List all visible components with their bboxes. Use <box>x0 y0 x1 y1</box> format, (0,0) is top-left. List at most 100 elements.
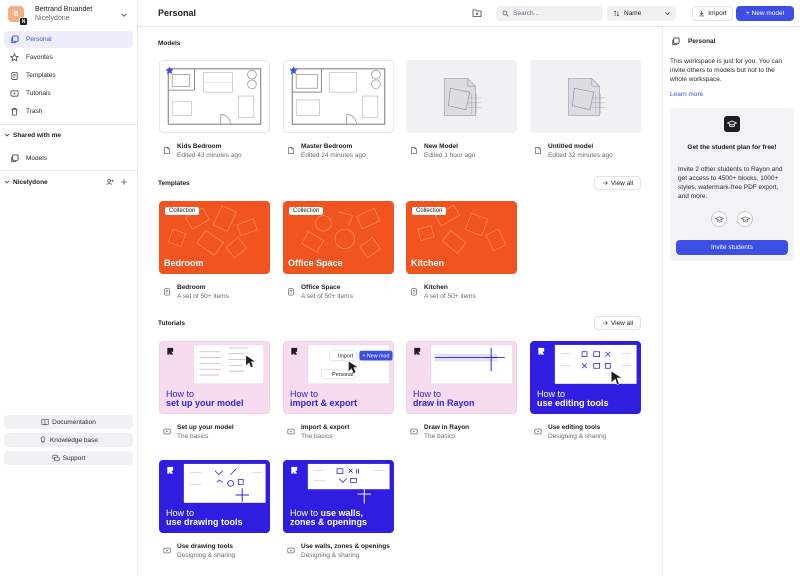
tutorial-card[interactable]: How to use walls, zones & openings Use w… <box>283 460 394 564</box>
templates-view-all-button[interactable]: View all <box>594 176 641 190</box>
collection-badge: Collection <box>165 207 200 215</box>
template-card[interactable]: Collection Bedroom Bedroom A set of 50+ … <box>159 201 270 305</box>
new-model-chip-label: + New mod <box>362 354 389 360</box>
card-meta: Use walls, zones & openings Designing & … <box>283 542 394 564</box>
sidebar-item-templates[interactable]: Templates <box>4 67 133 84</box>
model-card[interactable]: Untitled model Edited 32 minutes ago <box>530 60 641 164</box>
sidebar-item-label: Tutorials <box>26 90 51 97</box>
copy-icon <box>11 154 19 163</box>
tutorial-card[interactable]: Import + New mod Personal How to import … <box>283 341 394 445</box>
blank-model-icon <box>568 78 606 116</box>
import-button[interactable]: Import <box>692 6 733 21</box>
tutorial-sub: Designing & sharing <box>177 552 236 559</box>
account-switcher[interactable]: B N Bertrand Bruandet Nicelydone <box>4 3 134 26</box>
sidebar-item-models[interactable]: Models <box>4 150 133 167</box>
new-model-label: + New model <box>745 10 785 17</box>
workspace-description: This workspace is just for you. You can … <box>670 58 783 83</box>
template-name: Bedroom <box>177 284 206 291</box>
knowledge-base-button[interactable]: Knowledge base <box>4 433 133 447</box>
tutorial-sub: The basics <box>301 433 333 440</box>
tutorial-thumbnail: Import + New mod Personal How to import … <box>283 341 394 414</box>
tutorial-thumb-title: How to use walls, zones & openings <box>290 509 367 527</box>
add-user-icon[interactable] <box>106 178 114 186</box>
org-badge: N <box>19 17 28 26</box>
tutorial-thumb-title: How to use drawing tools <box>166 509 243 527</box>
new-folder-icon[interactable] <box>472 8 482 18</box>
play-icon <box>163 547 171 554</box>
book-icon <box>41 419 49 426</box>
new-model-button[interactable]: + New model <box>736 6 794 21</box>
knowledge-base-label: Knowledge base <box>49 436 99 444</box>
template-thumb-title: Bedroom <box>164 258 204 268</box>
section-team-title: Nicelydone <box>13 178 48 186</box>
template-thumbnail: Collection Bedroom <box>159 201 270 274</box>
file-icon <box>288 146 294 155</box>
template-card[interactable]: Collection Kitchen Kitchen A set of 50+ … <box>406 201 517 305</box>
star-icon[interactable] <box>289 66 298 75</box>
tutorial-card[interactable]: How to set up your model Set up your mod… <box>159 341 270 445</box>
tutorial-name: Import & export <box>301 424 350 431</box>
tutorial-card[interactable]: How to draw in Rayon Draw in Rayon The b… <box>406 341 517 445</box>
card-meta: Office Space A set of 50+ items <box>283 283 394 305</box>
documentation-button[interactable]: Documentation <box>4 415 133 429</box>
sidebar-divider <box>0 124 137 125</box>
star-icon[interactable] <box>165 66 174 75</box>
template-thumbnail: Collection Office Space <box>283 201 394 274</box>
card-meta: Draw in Rayon The basics <box>406 423 517 445</box>
template-card[interactable]: Collection Office Space Office Space A s… <box>283 201 394 305</box>
support-button[interactable]: Support <box>4 451 133 465</box>
tutorial-thumb-title: How to use editing tools <box>537 390 609 408</box>
tutorial-thumb-line: use editing tools <box>537 398 609 408</box>
tutorial-thumb-title: How to import & export <box>290 390 357 408</box>
info-panel: Personal This workspace is just for you.… <box>662 28 800 576</box>
file-icon <box>411 146 417 155</box>
account-org: Nicelydone <box>35 15 70 22</box>
sidebar-item-label: Models <box>26 155 47 162</box>
model-card[interactable]: Master Bedroom Edited 24 minutes ago <box>283 60 394 164</box>
invite-students-button[interactable]: Invite students <box>676 240 788 255</box>
tutorial-name: Use editing tools <box>548 424 601 431</box>
search-input[interactable] <box>513 10 603 17</box>
model-name: Master Bedroom <box>301 143 353 150</box>
student-slot-avatar <box>711 211 727 227</box>
sidebar-item-personal[interactable]: Personal <box>4 31 133 48</box>
tutorial-sub: The basics <box>177 433 209 440</box>
account-name: Bertrand Bruandet <box>35 6 93 13</box>
tutorial-card[interactable]: How to use editing tools Use editing too… <box>530 341 641 445</box>
tutorial-thumbnail: How to use editing tools <box>530 341 641 414</box>
sidebar-item-tutorials[interactable]: Tutorials <box>4 85 133 102</box>
model-card[interactable]: Kids Bedroom Edited 43 minutes ago <box>159 60 270 164</box>
lightbulb-icon <box>40 436 46 444</box>
learn-more-link[interactable]: Learn more <box>670 91 703 98</box>
tutorial-thumb-title: How to set up your model <box>166 390 244 408</box>
sidebar-item-trash[interactable]: Trash <box>4 103 133 120</box>
sort-dropdown[interactable]: Name <box>607 6 676 21</box>
sidebar-item-favorites[interactable]: Favorites <box>4 49 133 66</box>
personal-chip-label: Personal <box>332 372 353 378</box>
model-name: New Model <box>424 143 458 150</box>
tutorial-thumb-line: draw in Rayon <box>413 398 475 408</box>
models-title: Models <box>158 40 181 47</box>
section-team[interactable]: Nicelydone <box>4 175 134 189</box>
tutorial-sub: The basics <box>424 433 456 440</box>
tutorials-view-all-button[interactable]: View all <box>594 316 641 330</box>
model-card[interactable]: New Model Edited 1 hour ago <box>406 60 517 164</box>
search-box[interactable] <box>496 6 603 21</box>
import-label: Import <box>708 10 727 17</box>
tutorial-name: Use walls, zones & openings <box>301 543 390 550</box>
model-name: Kids Bedroom <box>177 143 222 150</box>
play-icon <box>410 428 418 435</box>
play-icon <box>287 428 295 435</box>
model-edited: Edited 1 hour ago <box>424 152 476 159</box>
student-plan-promo: Get the student plan for free! Invite 2 … <box>670 108 794 261</box>
promo-title: Get the student plan for free! <box>687 144 777 151</box>
tutorial-card[interactable]: How to use drawing tools Use drawing too… <box>159 460 270 564</box>
tutorial-thumbnail: How to draw in Rayon <box>406 341 517 414</box>
arrow-right-icon <box>602 320 608 326</box>
template-thumb-title: Kitchen <box>411 258 445 268</box>
section-shared[interactable]: Shared with me <box>4 128 134 142</box>
plus-icon[interactable] <box>120 178 128 186</box>
model-name: Untitled model <box>548 143 594 150</box>
clipboard-icon <box>164 288 170 296</box>
view-all-label: View all <box>610 319 634 327</box>
